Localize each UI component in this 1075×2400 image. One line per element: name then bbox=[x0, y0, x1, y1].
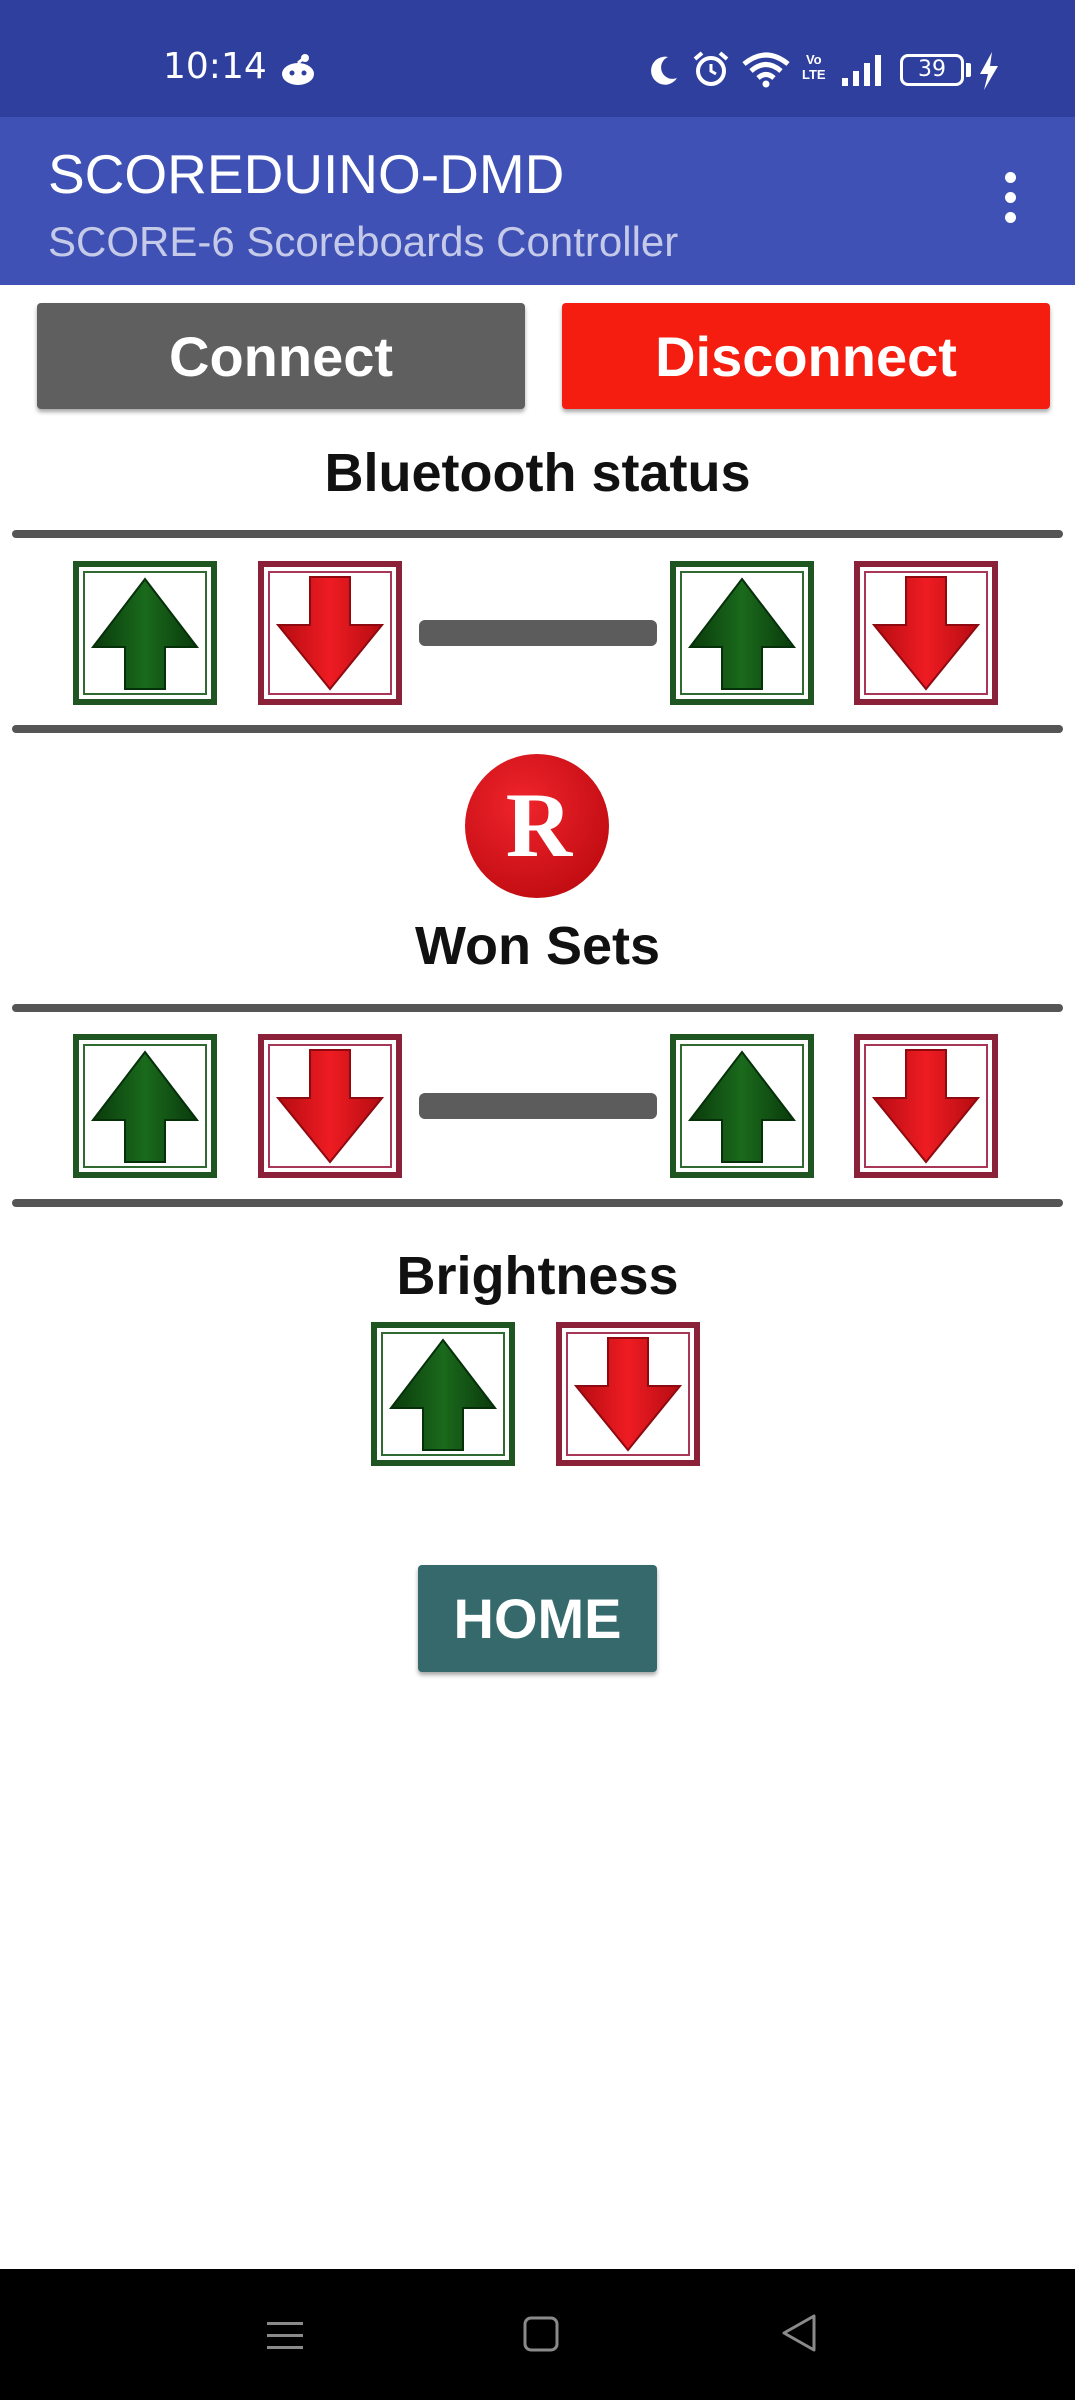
notification-icon bbox=[282, 54, 314, 85]
volte-bottom: LTE bbox=[802, 67, 826, 82]
volte-top: Vo bbox=[805, 52, 822, 67]
disconnect-button[interactable]: Disconnect bbox=[562, 303, 1050, 409]
down-arrow-icon bbox=[258, 1034, 402, 1178]
divider bbox=[12, 530, 1063, 538]
signal-icon bbox=[842, 55, 881, 86]
app-subtitle: SCORE-6 Scoreboards Controller bbox=[48, 218, 679, 265]
brightness-label: Brightness bbox=[396, 1246, 679, 1306]
divider bbox=[12, 725, 1063, 733]
sets-separator bbox=[419, 1093, 657, 1119]
recent-apps-icon[interactable] bbox=[265, 2318, 305, 2354]
volte-icon: Vo LTE bbox=[802, 52, 826, 82]
down-arrow-icon bbox=[556, 1322, 700, 1466]
status-time: 10:14 bbox=[163, 46, 267, 87]
up-arrow-icon bbox=[371, 1322, 515, 1466]
up-arrow-icon bbox=[73, 561, 217, 705]
score-right-down-button[interactable] bbox=[854, 561, 998, 705]
back-icon[interactable] bbox=[780, 2312, 818, 2354]
won-sets-label: Won Sets bbox=[414, 916, 661, 976]
down-arrow-icon bbox=[258, 561, 402, 705]
score-right-up-button[interactable] bbox=[670, 561, 814, 705]
bluetooth-status-label: Bluetooth status bbox=[324, 443, 751, 503]
up-arrow-icon bbox=[670, 1034, 814, 1178]
brightness-up-button[interactable] bbox=[371, 1322, 515, 1466]
up-arrow-icon bbox=[73, 1034, 217, 1178]
wifi-icon bbox=[742, 52, 790, 88]
sets-right-down-button[interactable] bbox=[854, 1034, 998, 1178]
moon-icon bbox=[651, 56, 677, 85]
battery-icon: 39 bbox=[900, 54, 964, 86]
battery-level: 39 bbox=[918, 57, 946, 82]
up-arrow-icon bbox=[670, 561, 814, 705]
score-left-up-button[interactable] bbox=[73, 561, 217, 705]
more-vert-icon[interactable] bbox=[990, 172, 1030, 232]
divider bbox=[12, 1004, 1063, 1012]
battery-nub bbox=[966, 63, 971, 77]
app-title: SCOREDUINO-DMD bbox=[48, 143, 565, 205]
alarm-icon bbox=[693, 51, 729, 86]
connect-button[interactable]: Connect bbox=[37, 303, 525, 409]
home-nav-icon[interactable] bbox=[522, 2314, 560, 2354]
brightness-down-button[interactable] bbox=[556, 1322, 700, 1466]
charging-bolt-icon bbox=[980, 52, 998, 90]
divider bbox=[12, 1199, 1063, 1207]
home-button[interactable]: HOME bbox=[418, 1565, 657, 1672]
r-logo-letter: R bbox=[506, 774, 574, 876]
down-arrow-icon bbox=[854, 1034, 998, 1178]
r-logo-icon: R bbox=[465, 754, 609, 898]
down-arrow-icon bbox=[854, 561, 998, 705]
sets-left-up-button[interactable] bbox=[73, 1034, 217, 1178]
sets-left-down-button[interactable] bbox=[258, 1034, 402, 1178]
score-separator bbox=[419, 620, 657, 646]
sets-right-up-button[interactable] bbox=[670, 1034, 814, 1178]
score-left-down-button[interactable] bbox=[258, 561, 402, 705]
